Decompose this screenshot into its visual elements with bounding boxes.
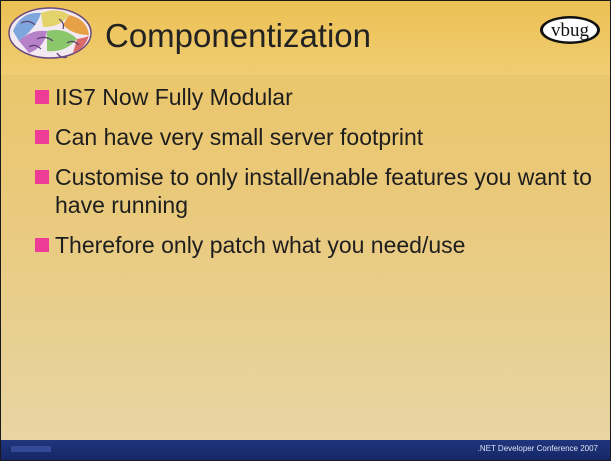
bullet-text: Therefore only patch what you need/use bbox=[55, 232, 466, 258]
square-bullet-icon bbox=[35, 130, 49, 144]
slide-title: Componentization bbox=[105, 17, 371, 54]
bullet-text: Customise to only install/enable feature… bbox=[55, 164, 592, 218]
vbug-logo: vbug bbox=[540, 16, 600, 44]
bullet-item: Therefore only patch what you need/use bbox=[35, 231, 595, 259]
square-bullet-icon bbox=[35, 238, 49, 252]
slide: Componentization vbug IIS7 Now Fully Mod… bbox=[0, 0, 611, 461]
bullet-text: IIS7 Now Fully Modular bbox=[55, 84, 293, 110]
footer-text: .NET Developer Conference 2007 bbox=[477, 444, 598, 453]
square-bullet-icon bbox=[35, 90, 49, 104]
slide-footer: .NET Developer Conference 2007 bbox=[1, 440, 610, 460]
bullet-item: Customise to only install/enable feature… bbox=[35, 163, 595, 219]
square-bullet-icon bbox=[35, 170, 49, 184]
footer-mark bbox=[11, 446, 51, 452]
bullet-list: IIS7 Now Fully Modular Can have very sma… bbox=[35, 83, 595, 271]
bullet-text: Can have very small server footprint bbox=[55, 124, 424, 150]
logo-text: vbug bbox=[551, 20, 590, 41]
slide-header: Componentization vbug bbox=[1, 1, 610, 75]
bullet-item: Can have very small server footprint bbox=[35, 123, 595, 151]
bullet-item: IIS7 Now Fully Modular bbox=[35, 83, 595, 111]
brain-icon bbox=[8, 7, 92, 59]
